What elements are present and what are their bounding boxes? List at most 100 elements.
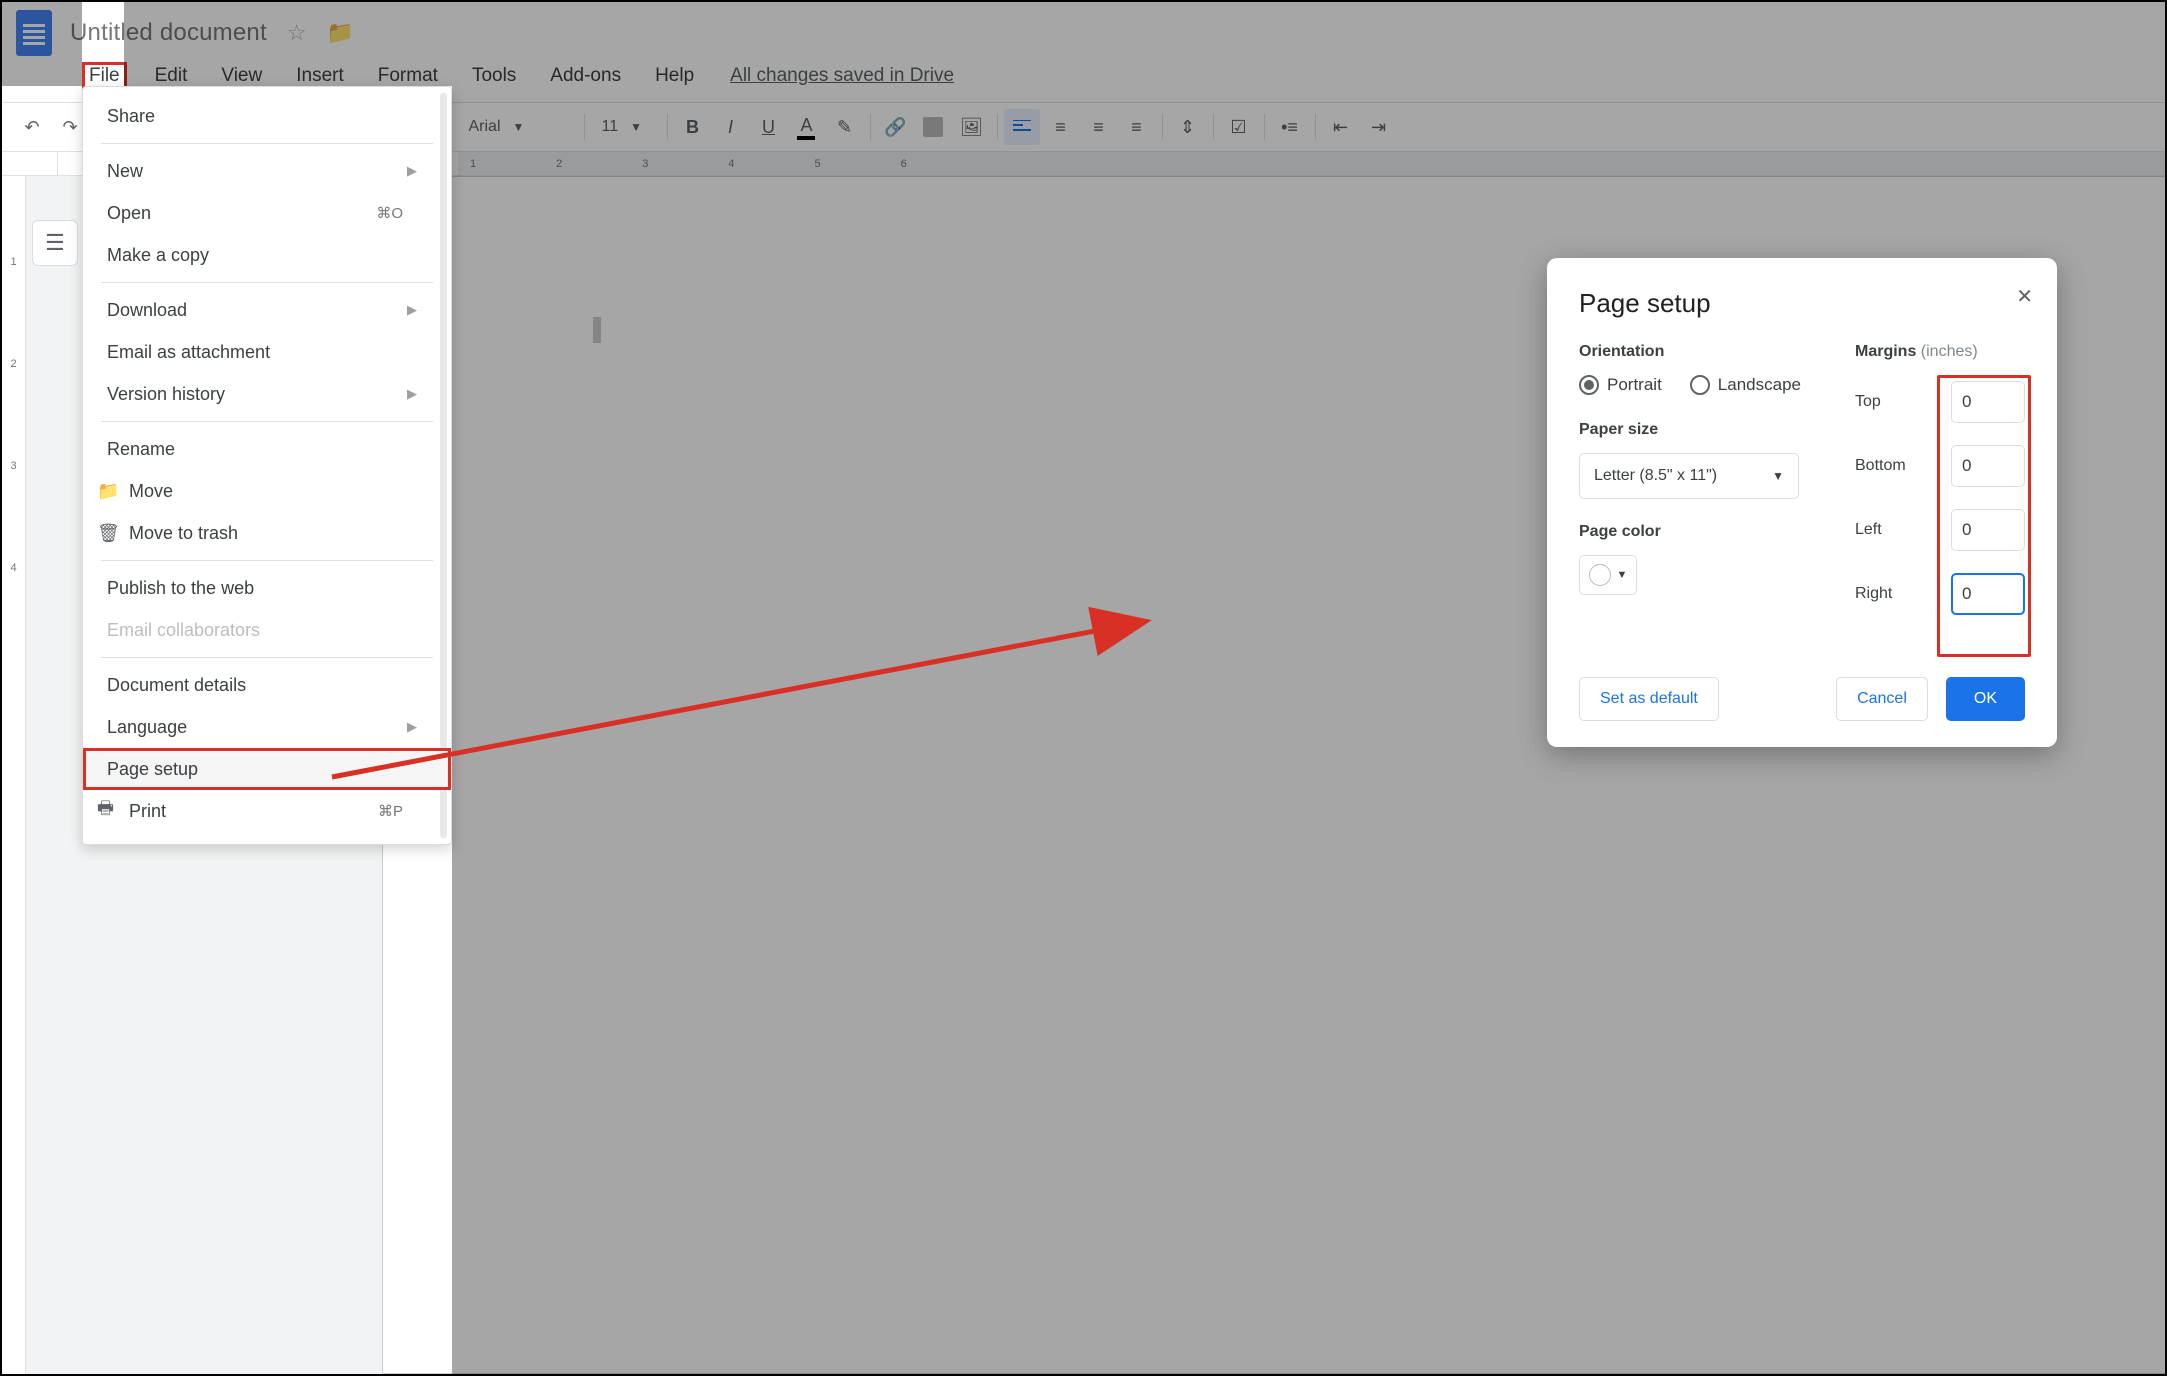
orientation-portrait-label: Portrait [1607, 375, 1662, 395]
shortcut-label: ⌘O [376, 204, 403, 222]
menu-addons[interactable]: Add-ons [544, 63, 627, 89]
paper-size-dropdown[interactable]: Letter (8.5" x 11") ▼ [1579, 453, 1799, 499]
page-setup-dialog: ✕ Page setup Orientation Portrait Landsc… [1547, 258, 2057, 747]
insert-comment-button[interactable] [915, 109, 951, 145]
undo-button[interactable]: ↶ [14, 109, 50, 145]
insert-link-button[interactable]: 🔗 [877, 109, 913, 145]
menu-move[interactable]: 📁 Move [83, 470, 451, 512]
checklist-button[interactable]: ☑ [1220, 109, 1256, 145]
chevron-right-icon: ▶ [407, 163, 417, 179]
bold-button[interactable]: B [674, 109, 710, 145]
italic-button[interactable]: I [712, 109, 748, 145]
menu-version-history[interactable]: Version history ▶ [83, 373, 451, 415]
radio-checked-icon [1579, 375, 1599, 395]
menu-move-label: Move [129, 481, 173, 502]
orientation-landscape-label: Landscape [1718, 375, 1801, 395]
title-bar: Untitled document ☆ 📁 [2, 2, 2165, 58]
chevron-right-icon: ▶ [407, 719, 417, 735]
margins-label: Margins (inches) [1855, 343, 2025, 361]
menu-email-attachment[interactable]: Email as attachment [83, 331, 451, 373]
orientation-label: Orientation [1579, 343, 1827, 361]
menu-rename[interactable]: Rename [83, 428, 451, 470]
menu-move-trash[interactable]: 🗑 Move to trash [83, 512, 451, 554]
close-button[interactable]: ✕ [2016, 284, 2033, 309]
vertical-ruler[interactable]: 1 2 3 4 [2, 176, 26, 1374]
menu-version-history-label: Version history [107, 384, 225, 405]
font-size-label: 11 [601, 118, 618, 136]
underline-button[interactable]: U [750, 109, 786, 145]
star-icon[interactable]: ☆ [287, 20, 307, 46]
bulleted-list-button[interactable]: •≡ [1271, 109, 1307, 145]
cancel-button[interactable]: Cancel [1836, 677, 1928, 721]
menu-open-label: Open [107, 203, 151, 224]
radio-unchecked-icon [1690, 375, 1710, 395]
drag-handle[interactable] [593, 317, 601, 343]
decrease-indent-button[interactable]: ⇤ [1322, 109, 1358, 145]
menu-page-setup[interactable]: Page setup [83, 748, 451, 790]
paper-size-label: Paper size [1579, 421, 1827, 439]
orientation-portrait-radio[interactable]: Portrait [1579, 375, 1662, 395]
menu-print-label: Print [129, 801, 166, 822]
align-left-button[interactable] [1004, 109, 1040, 145]
chevron-right-icon: ▶ [407, 302, 417, 318]
menu-download[interactable]: Download ▶ [83, 289, 451, 331]
paper-size-value: Letter (8.5" x 11") [1594, 467, 1717, 485]
menu-make-copy[interactable]: Make a copy [83, 234, 451, 276]
ruler-grayzone: 1 2 3 4 5 6 [458, 152, 2165, 175]
docs-logo-icon[interactable] [16, 10, 52, 56]
menu-help[interactable]: Help [649, 63, 700, 89]
menu-language[interactable]: Language ▶ [83, 706, 451, 748]
align-right-button[interactable]: ≡ [1080, 109, 1116, 145]
menu-share[interactable]: Share [83, 95, 451, 137]
chevron-down-icon: ▼ [1772, 469, 1784, 483]
trash-icon: 🗑 [97, 523, 119, 544]
insert-image-button[interactable]: 🖼 [953, 109, 989, 145]
ok-button[interactable]: OK [1946, 677, 2025, 721]
highlight-button[interactable]: ✎ [826, 109, 862, 145]
margin-top-label: Top [1855, 393, 1881, 411]
font-family-label: Arial [468, 118, 500, 136]
dialog-title: Page setup [1579, 288, 2025, 319]
margin-left-label: Left [1855, 521, 1882, 539]
menu-new-label: New [107, 161, 143, 182]
folder-icon: 📁 [97, 481, 119, 502]
margin-right-input[interactable] [1951, 573, 2025, 615]
color-circle-icon [1589, 564, 1611, 586]
margin-left-input[interactable] [1951, 509, 2025, 551]
align-center-button[interactable]: ≡ [1042, 109, 1078, 145]
folder-icon[interactable]: 📁 [327, 20, 354, 46]
menu-new[interactable]: New ▶ [83, 150, 451, 192]
save-status[interactable]: All changes saved in Drive [730, 65, 954, 87]
align-justify-button[interactable]: ≡ [1118, 109, 1154, 145]
menu-publish[interactable]: Publish to the web [83, 567, 451, 609]
margin-top-input[interactable] [1951, 381, 2025, 423]
menu-download-label: Download [107, 300, 187, 321]
document-title[interactable]: Untitled document [70, 19, 267, 47]
menu-print[interactable]: 🖶 Print ⌘P [83, 790, 451, 832]
font-family-dropdown[interactable]: Arial ▼ [458, 109, 578, 145]
orientation-landscape-radio[interactable]: Landscape [1690, 375, 1801, 395]
text-color-button[interactable]: A [788, 109, 824, 145]
menu-tools[interactable]: Tools [466, 63, 522, 89]
chevron-down-icon: ▼ [1617, 569, 1628, 581]
menu-move-trash-label: Move to trash [129, 523, 238, 544]
margin-bottom-input[interactable] [1951, 445, 2025, 487]
shortcut-label: ⌘P [378, 802, 403, 820]
chevron-down-icon: ▼ [630, 120, 642, 134]
file-menu-dropdown: Share New ▶ Open ⌘O Make a copy Download… [82, 86, 452, 845]
margin-bottom-label: Bottom [1855, 457, 1906, 475]
increase-indent-button[interactable]: ⇥ [1360, 109, 1396, 145]
font-size-dropdown[interactable]: 11 ▼ [591, 109, 661, 145]
menu-language-label: Language [107, 717, 187, 738]
print-icon: 🖶 [97, 796, 119, 826]
chevron-down-icon: ▼ [513, 120, 525, 134]
margin-right-label: Right [1855, 585, 1892, 603]
menu-open[interactable]: Open ⌘O [83, 192, 451, 234]
set-default-button[interactable]: Set as default [1579, 677, 1719, 721]
menu-email-collaborators: Email collaborators [83, 609, 451, 651]
menu-document-details[interactable]: Document details [83, 664, 451, 706]
document-outline-button[interactable]: ☰ [32, 220, 78, 266]
line-spacing-button[interactable]: ⇕ [1169, 109, 1205, 145]
chevron-right-icon: ▶ [407, 386, 417, 402]
page-color-dropdown[interactable]: ▼ [1579, 555, 1637, 595]
